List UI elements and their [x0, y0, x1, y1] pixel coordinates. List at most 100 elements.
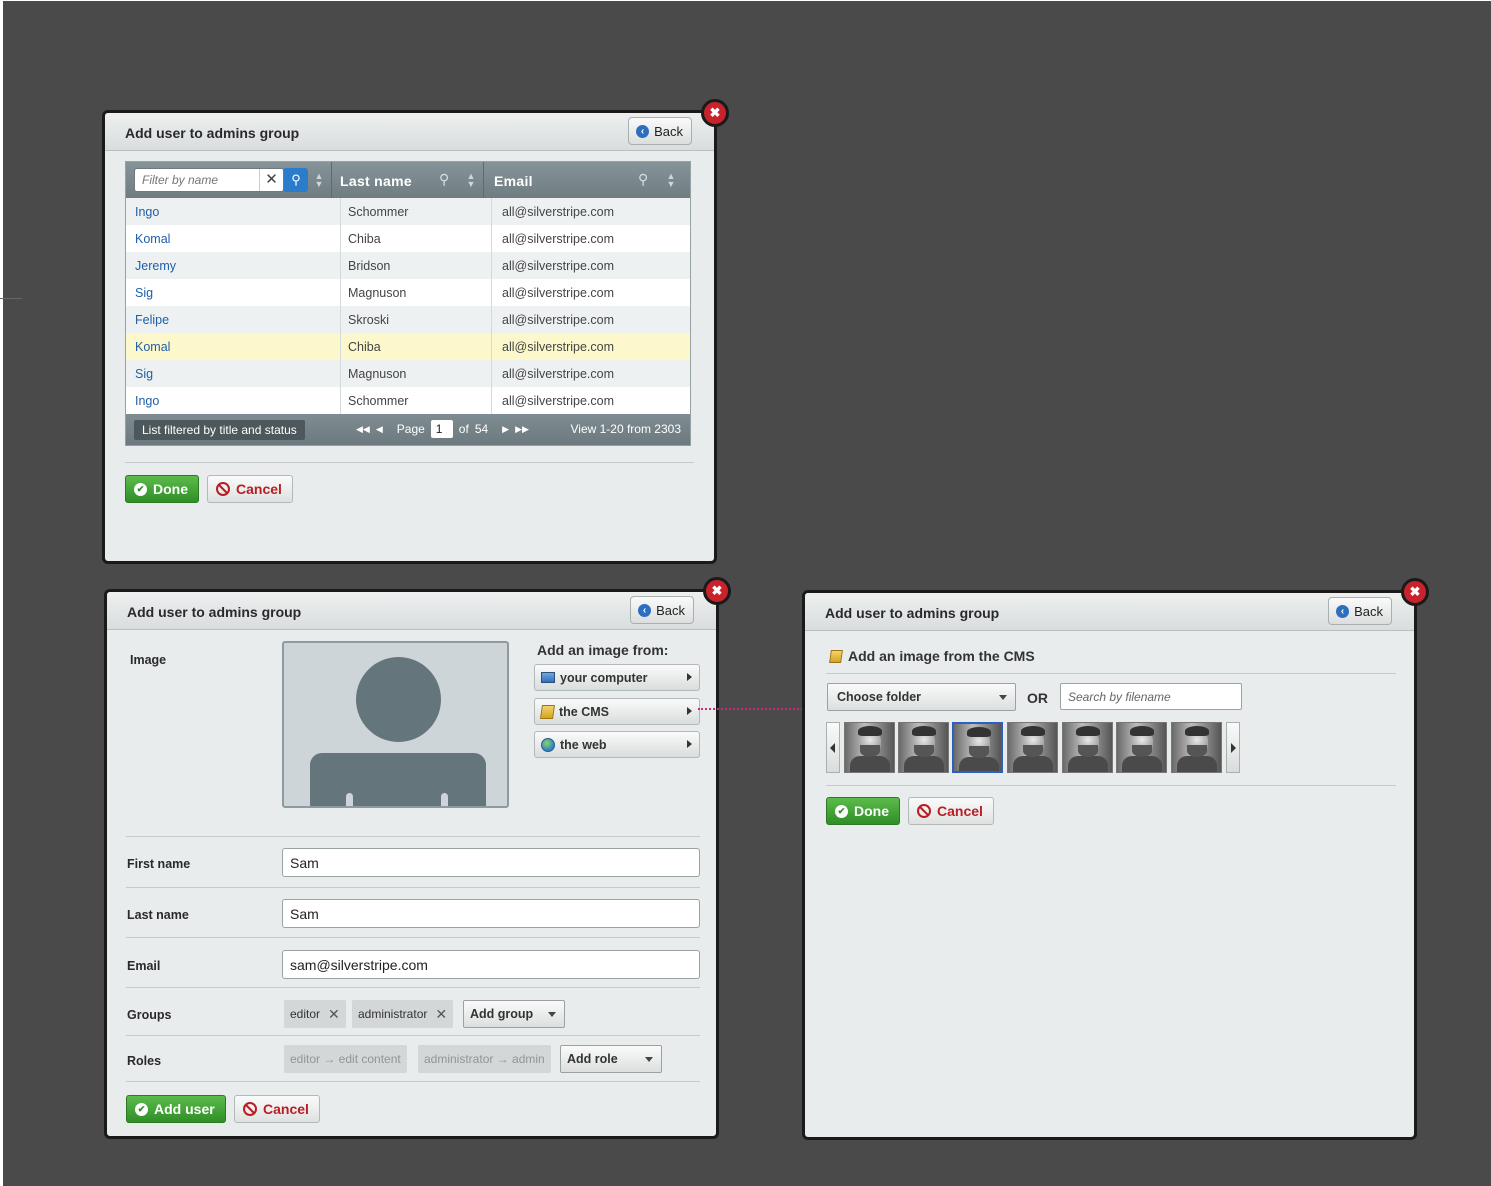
check-icon: ✔: [135, 1102, 148, 1116]
table-row[interactable]: Komal Chiba all@silverstripe.com: [126, 225, 690, 252]
image-thumbnail-selected[interactable]: [952, 722, 1003, 773]
add-user-button[interactable]: ✔ Add user: [126, 1095, 226, 1123]
cell-first-name[interactable]: Ingo: [135, 394, 159, 408]
table-row[interactable]: Sig Magnuson all@silverstripe.com: [126, 279, 690, 306]
back-arrow-icon: ‹: [638, 603, 652, 617]
dialog-select-user: Add user to admins group ‹ Back ✕ ⚲ ▲▼ L…: [102, 110, 717, 564]
cell-first-name[interactable]: Sig: [135, 367, 153, 381]
clear-filter-icon[interactable]: ✕: [259, 169, 283, 191]
filter-by-name-box: ✕: [134, 168, 284, 192]
filter-by-name-input[interactable]: [135, 169, 257, 191]
first-name-field[interactable]: Sam: [282, 848, 700, 877]
cancel-icon: [216, 482, 230, 496]
back-button[interactable]: ‹ Back: [630, 596, 694, 624]
back-arrow-icon: ‹: [1336, 604, 1350, 618]
close-dialog-icon[interactable]: ✖: [703, 577, 731, 605]
cell-last-name: Skroski: [348, 313, 389, 327]
add-group-label: Add group: [470, 1007, 534, 1021]
cancel-button-label: Cancel: [263, 1101, 309, 1117]
back-button[interactable]: ‹ Back: [1328, 597, 1392, 625]
add-group-select[interactable]: Add group: [463, 1000, 565, 1028]
done-button[interactable]: ✔ Done: [826, 797, 900, 825]
back-button-label: Back: [656, 602, 685, 618]
done-button[interactable]: ✔ Done: [125, 475, 199, 503]
users-grid: ✕ ⚲ ▲▼ Last name ⚲ ▲▼ Email ⚲ ▲▼ Ingo Sc…: [125, 161, 691, 446]
scroll-left-button[interactable]: [826, 722, 840, 773]
cell-email: all@silverstripe.com: [502, 394, 615, 408]
next-page-icon[interactable]: ▶: [502, 424, 509, 435]
cancel-button[interactable]: Cancel: [234, 1095, 320, 1123]
source-the-web-button[interactable]: the web: [534, 731, 700, 758]
chevron-down-icon: [645, 1057, 653, 1062]
dialog-add-user-form: Add user to admins group ‹ Back Image Ad…: [104, 589, 719, 1139]
cell-first-name[interactable]: Sig: [135, 286, 153, 300]
back-button[interactable]: ‹ Back: [628, 117, 692, 145]
table-row[interactable]: Sig Magnuson all@silverstripe.com: [126, 360, 690, 387]
page-number-input[interactable]: 1: [430, 420, 453, 438]
image-thumbnail[interactable]: [1007, 722, 1058, 773]
column-divider: [331, 162, 332, 198]
cancel-button-label: Cancel: [937, 803, 983, 819]
cell-first-name[interactable]: Felipe: [135, 313, 169, 327]
dialog-header: Add user to admins group ‹ Back: [105, 113, 714, 151]
table-row[interactable]: Felipe Skroski all@silverstripe.com: [126, 306, 690, 333]
table-row[interactable]: Ingo Schommer all@silverstripe.com: [126, 198, 690, 225]
sort-icon[interactable]: ▲ ▼: [466, 172, 476, 189]
table-row[interactable]: Jeremy Bridson all@silverstripe.com: [126, 252, 690, 279]
dialog-header: Add user to admins group ‹ Back: [107, 592, 716, 630]
cell-first-name[interactable]: Komal: [135, 340, 170, 354]
first-page-icon[interactable]: ◀◀: [356, 424, 370, 435]
view-range-info: View 1-20 from 2303: [570, 422, 681, 436]
cms-heading: Add an image from the CMS: [829, 648, 1035, 664]
last-name-label: Last name: [127, 908, 189, 922]
canvas-tick: [0, 298, 22, 299]
cell-first-name[interactable]: Ingo: [135, 205, 159, 219]
image-thumbnail[interactable]: [844, 722, 895, 773]
email-field[interactable]: sam@silverstripe.com: [282, 950, 700, 979]
cell-last-name: Schommer: [348, 394, 409, 408]
remove-tag-icon[interactable]: ✕: [435, 1006, 447, 1023]
scroll-right-button[interactable]: [1226, 722, 1240, 773]
column-header-email[interactable]: Email: [494, 173, 533, 189]
search-icon[interactable]: ⚲: [439, 171, 449, 188]
email-label: Email: [127, 959, 161, 973]
cms-files-icon: [540, 704, 555, 719]
table-row-highlighted[interactable]: Komal Chiba all@silverstripe.com: [126, 333, 690, 360]
cancel-button[interactable]: Cancel: [207, 475, 293, 503]
search-by-filename-input[interactable]: Search by filename: [1060, 683, 1242, 710]
sort-icon[interactable]: ▲ ▼: [666, 172, 676, 189]
flow-connector: [698, 708, 810, 710]
group-tag-administrator: administrator ✕: [352, 1000, 454, 1028]
image-thumbnail[interactable]: [1062, 722, 1113, 773]
divider: [126, 1081, 700, 1082]
image-thumbnail[interactable]: [1116, 722, 1167, 773]
source-your-computer-button[interactable]: your computer: [534, 664, 700, 691]
prev-page-icon[interactable]: ◀: [376, 424, 383, 435]
sort-icon[interactable]: ▲ ▼: [314, 172, 324, 189]
choose-folder-select[interactable]: Choose folder: [827, 683, 1016, 711]
add-role-select[interactable]: Add role: [560, 1045, 662, 1073]
image-thumbnail[interactable]: [1171, 722, 1222, 773]
close-dialog-icon[interactable]: ✖: [1401, 578, 1429, 606]
image-thumbnail[interactable]: [898, 722, 949, 773]
last-page-icon[interactable]: ▶▶: [515, 424, 529, 435]
dialog-title: Add user to admins group: [125, 125, 300, 141]
cell-first-name[interactable]: Komal: [135, 232, 170, 246]
table-row[interactable]: Ingo Schommer all@silverstripe.com: [126, 387, 690, 414]
search-icon[interactable]: ⚲: [638, 171, 648, 188]
remove-tag-icon[interactable]: ✕: [328, 1006, 340, 1023]
column-header-last-name[interactable]: Last name: [340, 173, 412, 189]
grid-header: ✕ ⚲ ▲▼ Last name ⚲ ▲▼ Email ⚲ ▲▼: [126, 162, 690, 198]
source-the-cms-button[interactable]: the CMS: [534, 698, 700, 725]
cell-email: all@silverstripe.com: [502, 232, 615, 246]
close-dialog-icon[interactable]: ✖: [701, 99, 729, 127]
divider: [826, 673, 1396, 674]
last-name-field[interactable]: Sam: [282, 899, 700, 928]
back-arrow-icon: ‹: [636, 124, 650, 138]
cell-email: all@silverstripe.com: [502, 313, 615, 327]
filter-search-icon[interactable]: ⚲: [284, 168, 308, 192]
cell-email: all@silverstripe.com: [502, 340, 615, 354]
pagination: ◀◀ ◀ Page 1 of 54 ▶ ▶▶: [356, 420, 529, 438]
cancel-button[interactable]: Cancel: [908, 797, 994, 825]
cell-first-name[interactable]: Jeremy: [135, 259, 176, 273]
